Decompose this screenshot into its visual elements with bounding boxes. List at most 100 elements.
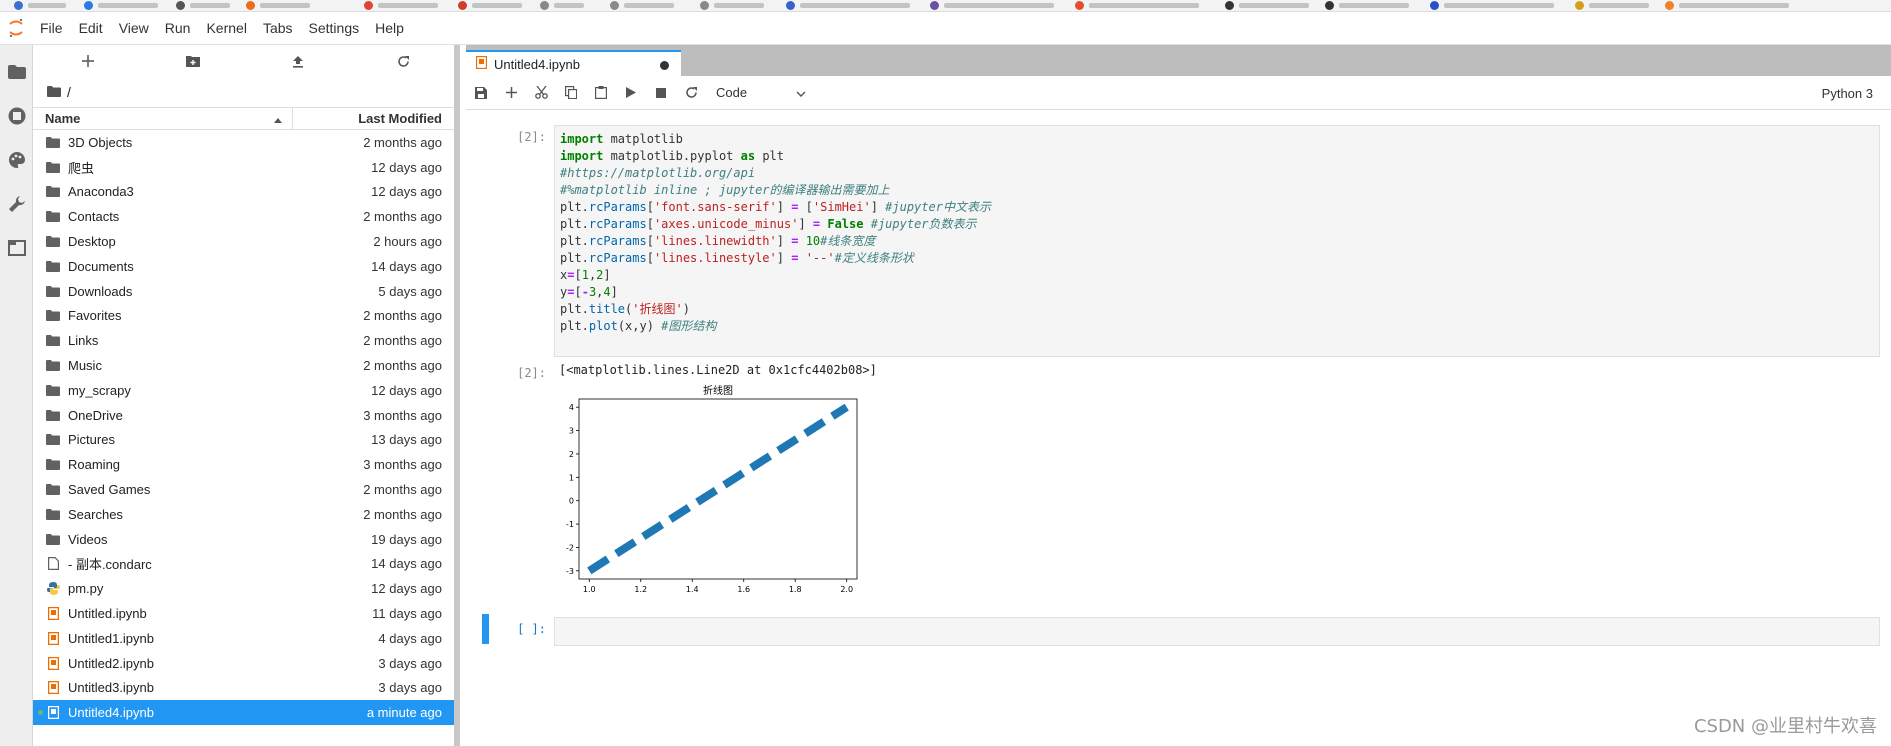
file-name: Anaconda3 xyxy=(68,184,134,200)
file-list-item[interactable]: Videos 19 days ago xyxy=(33,527,454,552)
file-modified: 2 months ago xyxy=(363,308,442,324)
kernel-name[interactable]: Python 3 xyxy=(1822,86,1873,101)
folder-icon xyxy=(46,458,60,472)
y-tick-label: -3 xyxy=(566,567,574,576)
file-modified: 2 months ago xyxy=(363,333,442,349)
tab-title: Untitled4.ipynb xyxy=(494,56,580,72)
file-browser-panel: / Name Last Modified 3D Objects 2 months … xyxy=(33,45,460,746)
menu-run[interactable]: Run xyxy=(157,12,199,45)
folder-icon xyxy=(46,507,60,521)
menu-settings[interactable]: Settings xyxy=(301,12,368,45)
cell-type-select[interactable]: Code xyxy=(716,85,806,100)
code-line: plt.rcParams['font.sans-serif'] = ['SimH… xyxy=(560,200,991,214)
file-modified: 11 days ago xyxy=(372,606,442,622)
menu-kernel[interactable]: Kernel xyxy=(198,12,254,45)
menu-file[interactable]: File xyxy=(32,12,71,45)
last-modified-column-header[interactable]: Last Modified xyxy=(293,111,454,126)
output-text: [<matplotlib.lines.Line2D at 0x1cfc4402b… xyxy=(559,363,877,377)
new-folder-icon[interactable] xyxy=(185,53,201,69)
empty-code-cell-input[interactable] xyxy=(554,617,1880,646)
new-launcher-plus-icon[interactable] xyxy=(80,53,96,69)
run-icon[interactable] xyxy=(616,76,646,110)
file-list-item[interactable]: 3D Objects 2 months ago xyxy=(33,130,454,155)
file-list-item[interactable]: Roaming 3 months ago xyxy=(33,452,454,477)
menu-tabs[interactable]: Tabs xyxy=(255,12,301,45)
file-list-item[interactable]: Untitled4.ipynb a minute ago xyxy=(33,700,454,726)
menu-view[interactable]: View xyxy=(111,12,157,45)
notebook-panel: [2]: import matplotlib import matplotlib… xyxy=(466,110,1891,746)
folder-icon xyxy=(46,309,60,323)
name-column-header[interactable]: Name xyxy=(33,108,293,129)
code-line: plt.rcParams['lines.linewidth'] = 10#线条宽… xyxy=(560,234,876,248)
menu-edit[interactable]: Edit xyxy=(71,12,111,45)
x-tick-label: 1.6 xyxy=(737,585,750,594)
notebook-icon xyxy=(46,607,60,621)
file-list-item[interactable]: Untitled3.ipynb 3 days ago xyxy=(33,676,454,701)
unsaved-dot-icon[interactable] xyxy=(660,61,669,70)
menu-help[interactable]: Help xyxy=(367,12,412,45)
breadcrumb-path[interactable]: / xyxy=(67,84,71,100)
refresh-icon[interactable] xyxy=(395,53,411,69)
insert-cell-plus-icon[interactable] xyxy=(496,76,526,110)
notebook-icon xyxy=(46,706,60,720)
file-modified: 2 months ago xyxy=(363,134,442,150)
code-line: y=[-3,4] xyxy=(560,285,618,299)
tabs-icon[interactable] xyxy=(6,237,27,258)
bookmark-icon xyxy=(458,1,467,10)
folder-icon[interactable] xyxy=(6,61,27,82)
upload-icon[interactable] xyxy=(290,53,306,69)
palette-icon[interactable] xyxy=(6,149,27,170)
file-list-item[interactable]: Contacts 2 months ago xyxy=(33,204,454,229)
file-name: Videos xyxy=(68,531,108,547)
paste-icon[interactable] xyxy=(586,76,616,110)
file-list-item[interactable]: Anaconda3 12 days ago xyxy=(33,180,454,205)
file-list-item[interactable]: Untitled1.ipynb 4 days ago xyxy=(33,626,454,651)
stop-icon[interactable] xyxy=(646,76,676,110)
file-list-item[interactable]: Searches 2 months ago xyxy=(33,502,454,527)
restart-icon[interactable] xyxy=(676,76,706,110)
file-list-item[interactable]: pm.py 12 days ago xyxy=(33,576,454,601)
file-list-item[interactable]: OneDrive 3 months ago xyxy=(33,403,454,428)
cut-icon[interactable] xyxy=(526,76,556,110)
running-icon[interactable] xyxy=(6,105,27,126)
file-list-item[interactable]: Pictures 13 days ago xyxy=(33,428,454,453)
file-list-item[interactable]: Favorites 2 months ago xyxy=(33,304,454,329)
folder-icon xyxy=(46,383,60,397)
file-list-item[interactable]: Desktop 2 hours ago xyxy=(33,229,454,254)
save-icon[interactable] xyxy=(466,76,496,110)
notebook-icon xyxy=(46,656,60,670)
file-list-item[interactable]: 爬虫 12 days ago xyxy=(33,155,454,180)
file-modified: 2 months ago xyxy=(363,506,442,522)
file-name: Roaming xyxy=(68,457,121,473)
tab-untitled4[interactable]: Untitled4.ipynb xyxy=(466,50,681,76)
empty-cell-prompt: [ ]: xyxy=(517,622,546,636)
watermark: CSDN @业里村牛欢喜 xyxy=(1693,716,1877,737)
file-list-item[interactable]: Music 2 months ago xyxy=(33,353,454,378)
folder-icon xyxy=(46,433,60,447)
file-name: 爬虫 xyxy=(68,160,95,176)
file-modified: 2 months ago xyxy=(363,482,442,498)
jupyter-logo-icon xyxy=(0,12,32,45)
file-list-item[interactable]: my_scrapy 12 days ago xyxy=(33,378,454,403)
output-prompt: [2]: xyxy=(517,366,546,380)
file-list-item[interactable]: Documents 14 days ago xyxy=(33,254,454,279)
file-list-item[interactable]: Untitled2.ipynb 3 days ago xyxy=(33,651,454,676)
bookmark-icon xyxy=(540,1,549,10)
wrench-icon[interactable] xyxy=(6,193,27,214)
file-list-item[interactable]: Downloads 5 days ago xyxy=(33,279,454,304)
file-name: Downloads xyxy=(68,283,133,299)
file-list-item[interactable]: Untitled.ipynb 11 days ago xyxy=(33,601,454,626)
bookmark-icon xyxy=(1075,1,1084,10)
menu-bar: File Edit View Run Kernel Tabs Settings … xyxy=(0,12,1891,45)
code-line: import matplotlib.pyplot as plt xyxy=(560,149,784,163)
code-cell-input[interactable]: import matplotlib import matplotlib.pypl… xyxy=(554,125,1880,357)
file-list-item[interactable]: Links 2 months ago xyxy=(33,328,454,353)
folder-icon[interactable] xyxy=(47,84,61,100)
file-list-item[interactable]: Saved Games 2 months ago xyxy=(33,477,454,502)
copy-icon[interactable] xyxy=(556,76,586,110)
chart-title: 折线图 xyxy=(703,384,733,397)
file-name: Untitled3.ipynb xyxy=(68,680,154,696)
bookmark-icon xyxy=(1575,1,1584,10)
code-line: plt.rcParams['axes.unicode_minus'] = Fal… xyxy=(560,217,977,231)
file-list-item[interactable]: - 副本.condarc 14 days ago xyxy=(33,552,454,577)
